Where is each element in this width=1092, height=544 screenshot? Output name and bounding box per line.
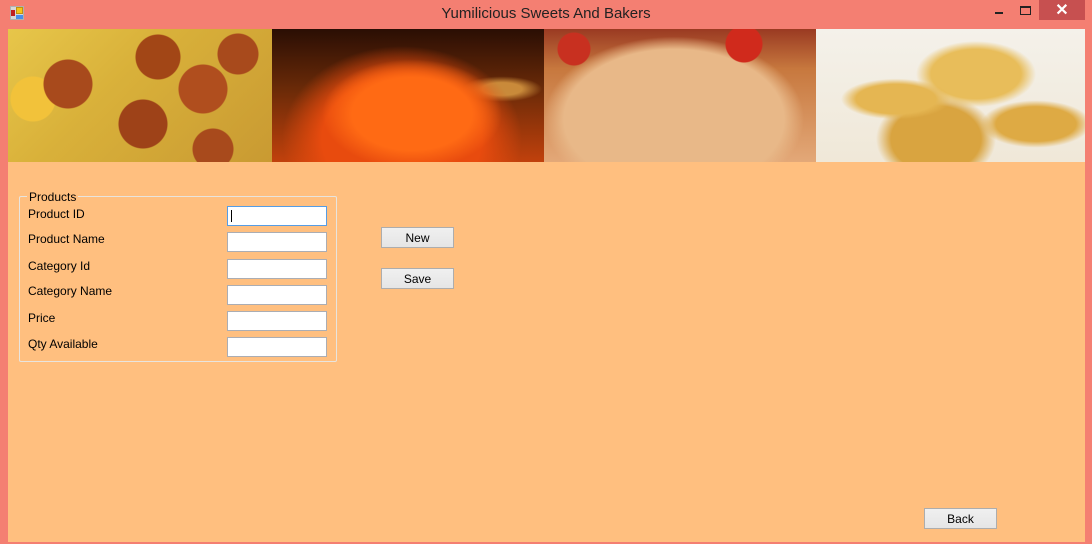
form-client-area: Products Product ID Product Name Categor… xyxy=(8,29,1085,542)
banner xyxy=(8,29,1085,162)
close-icon: ✕ xyxy=(1055,2,1069,19)
text-caret xyxy=(231,210,232,222)
close-button[interactable]: ✕ xyxy=(1039,0,1085,20)
products-group-title: Products xyxy=(27,190,79,204)
category-name-label: Category Name xyxy=(28,284,113,298)
pizza-image xyxy=(544,29,816,162)
title-bar: Yumilicious Sweets And Bakers ✕ xyxy=(0,0,1092,29)
category-id-input[interactable] xyxy=(227,259,327,279)
new-button[interactable]: New xyxy=(381,227,454,248)
minimize-button[interactable] xyxy=(988,0,1010,20)
back-button[interactable]: Back xyxy=(924,508,997,529)
products-groupbox: Products Product ID Product Name Categor… xyxy=(19,191,337,362)
qty-available-label: Qty Available xyxy=(28,337,98,351)
gulab-jamun-image xyxy=(8,29,272,162)
price-input[interactable] xyxy=(227,311,327,331)
product-name-input[interactable] xyxy=(227,232,327,252)
save-button[interactable]: Save xyxy=(381,268,454,289)
maximize-icon xyxy=(1019,5,1031,15)
price-label: Price xyxy=(28,311,56,325)
window-title: Yumilicious Sweets And Bakers xyxy=(441,5,651,22)
product-name-label: Product Name xyxy=(28,232,105,246)
category-id-label: Category Id xyxy=(28,259,91,273)
maximize-button[interactable] xyxy=(1014,0,1036,20)
product-id-label: Product ID xyxy=(28,207,85,221)
category-name-input[interactable] xyxy=(227,285,327,305)
samosa-image xyxy=(816,29,1085,162)
jalebi-image xyxy=(272,29,544,162)
qty-available-input[interactable] xyxy=(227,337,327,357)
product-id-input[interactable] xyxy=(227,206,327,226)
minimize-icon xyxy=(995,12,1003,14)
